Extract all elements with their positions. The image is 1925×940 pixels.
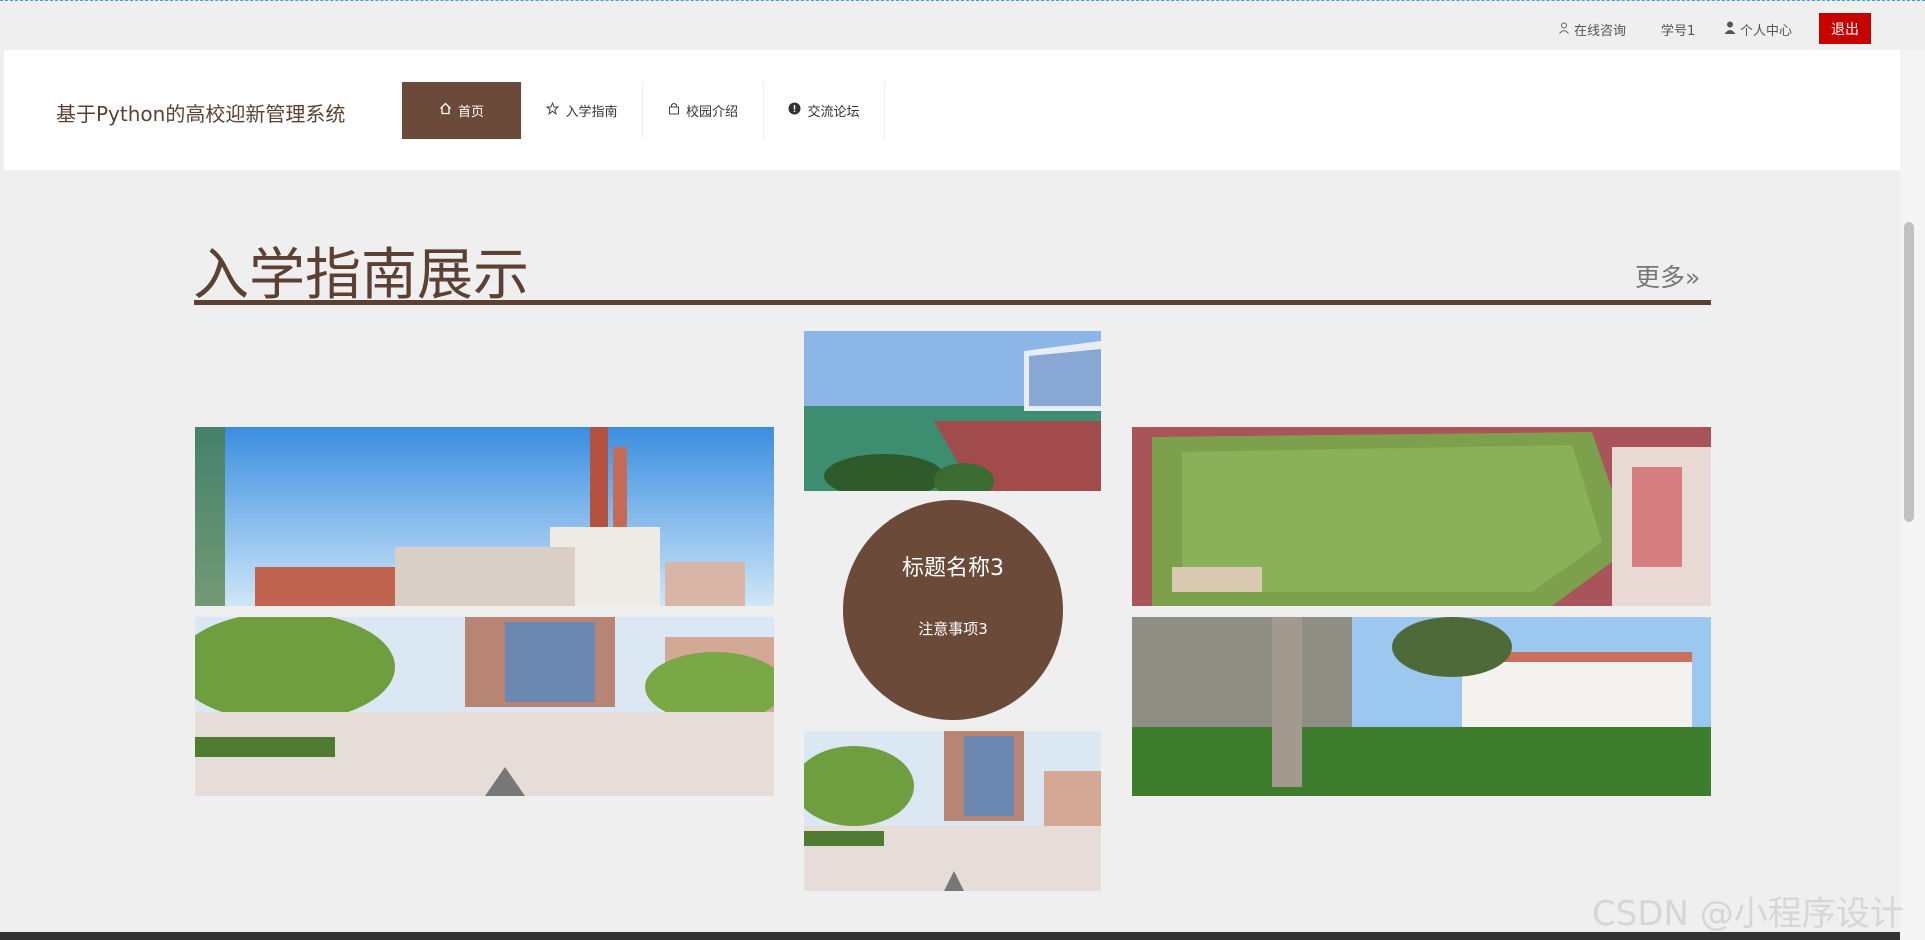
campus-plaza-image[interactable] — [195, 617, 774, 796]
sports-courts-image[interactable] — [804, 331, 1101, 491]
nav-admission-guide[interactable]: 入学指南 — [522, 82, 643, 139]
bag-icon — [668, 102, 680, 119]
person-outline-icon — [1558, 22, 1570, 38]
section-title: 入学指南展示 — [193, 243, 529, 308]
site-title: 基于Python的高校迎新管理系统 — [56, 102, 346, 126]
nav-forum[interactable]: 交流论坛 — [764, 82, 885, 139]
campus-plaza-small-image[interactable] — [804, 731, 1101, 891]
football-field-image[interactable] — [1132, 427, 1711, 606]
section-divider — [194, 300, 1711, 305]
nav-forum-label: 交流论坛 — [807, 105, 860, 120]
top-bar: 在线咨询 学号1 个人中心 退出 — [0, 4, 1900, 50]
more-link[interactable]: 更多» — [1635, 258, 1700, 294]
star-icon — [546, 101, 560, 119]
nav-campus-intro-label: 校园介绍 — [685, 105, 738, 120]
online-consult-label: 在线咨询 — [1574, 24, 1627, 39]
nav-home[interactable]: 首页 — [402, 82, 522, 139]
featured-guide-title: 标题名称3 — [902, 556, 1004, 581]
profile-link[interactable]: 个人中心 — [1724, 20, 1792, 39]
student-id: 学号1 — [1661, 24, 1696, 39]
nav-admission-guide-label: 入学指南 — [565, 105, 618, 120]
frame-border — [0, 0, 1925, 3]
featured-guide-card[interactable]: 标题名称3 注意事项3 — [843, 500, 1063, 720]
featured-guide-subtitle: 注意事项3 — [918, 620, 988, 638]
campus-building-image[interactable] — [195, 427, 774, 606]
home-icon — [439, 102, 452, 119]
profile-label: 个人中心 — [1740, 24, 1793, 39]
logout-button[interactable]: 退出 — [1819, 13, 1871, 44]
online-consult-link[interactable]: 在线咨询 — [1558, 20, 1626, 39]
user-icon — [1724, 21, 1736, 38]
nav-home-label: 首页 — [457, 105, 484, 120]
campus-lawn-image[interactable] — [1132, 617, 1711, 796]
alert-icon — [788, 102, 801, 119]
main-nav: 首页 入学指南 校园介绍 交流论坛 — [402, 82, 885, 139]
site-header: 基于Python的高校迎新管理系统 首页 入学指南 校园介绍 交流论坛 — [4, 50, 1900, 170]
scrollbar-thumb[interactable] — [1904, 222, 1914, 522]
nav-campus-intro[interactable]: 校园介绍 — [643, 82, 764, 139]
watermark: CSDN @小程序设计 — [1592, 894, 1904, 934]
